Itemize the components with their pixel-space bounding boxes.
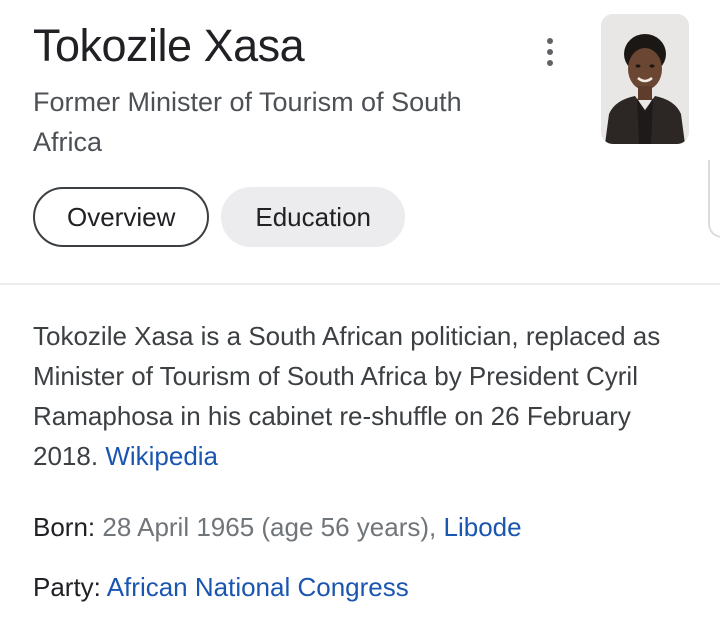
born-label: Born:	[33, 512, 96, 542]
description: Tokozile Xasa is a South African politic…	[33, 316, 693, 476]
divider	[0, 283, 720, 285]
party-link[interactable]: African National Congress	[107, 572, 409, 602]
entity-title: Tokozile Xasa	[33, 20, 305, 71]
more-options-button[interactable]	[532, 30, 568, 74]
more-vert-icon	[547, 38, 553, 44]
knowledge-panel: Tokozile Xasa Former Minister of Tourism…	[0, 0, 720, 628]
fact-born: Born: 28 April 1965 (age 56 years), Libo…	[33, 507, 522, 547]
card-edge	[708, 160, 720, 238]
tab-education[interactable]: Education	[221, 187, 406, 247]
party-label: Party:	[33, 572, 101, 602]
tab-bar: Overview Education	[33, 187, 406, 247]
wikipedia-link[interactable]: Wikipedia	[105, 441, 218, 471]
tab-overview[interactable]: Overview	[33, 187, 210, 247]
person-photo[interactable]	[601, 14, 689, 144]
entity-subtitle: Former Minister of Tourism of South Afri…	[33, 87, 462, 157]
birthplace-link[interactable]: Libode	[444, 512, 522, 542]
person-portrait-icon	[601, 14, 689, 144]
born-value: 28 April 1965 (age 56 years),	[102, 512, 437, 542]
fact-party: Party: African National Congress	[33, 567, 409, 607]
